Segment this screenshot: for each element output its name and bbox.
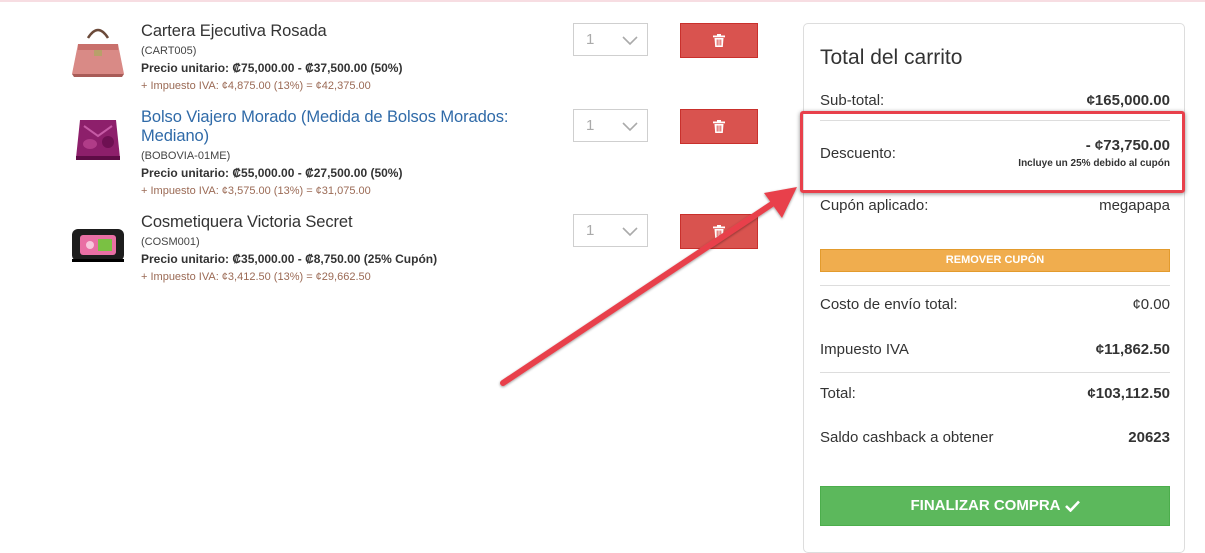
annotation-arrow-icon [500,187,797,386]
